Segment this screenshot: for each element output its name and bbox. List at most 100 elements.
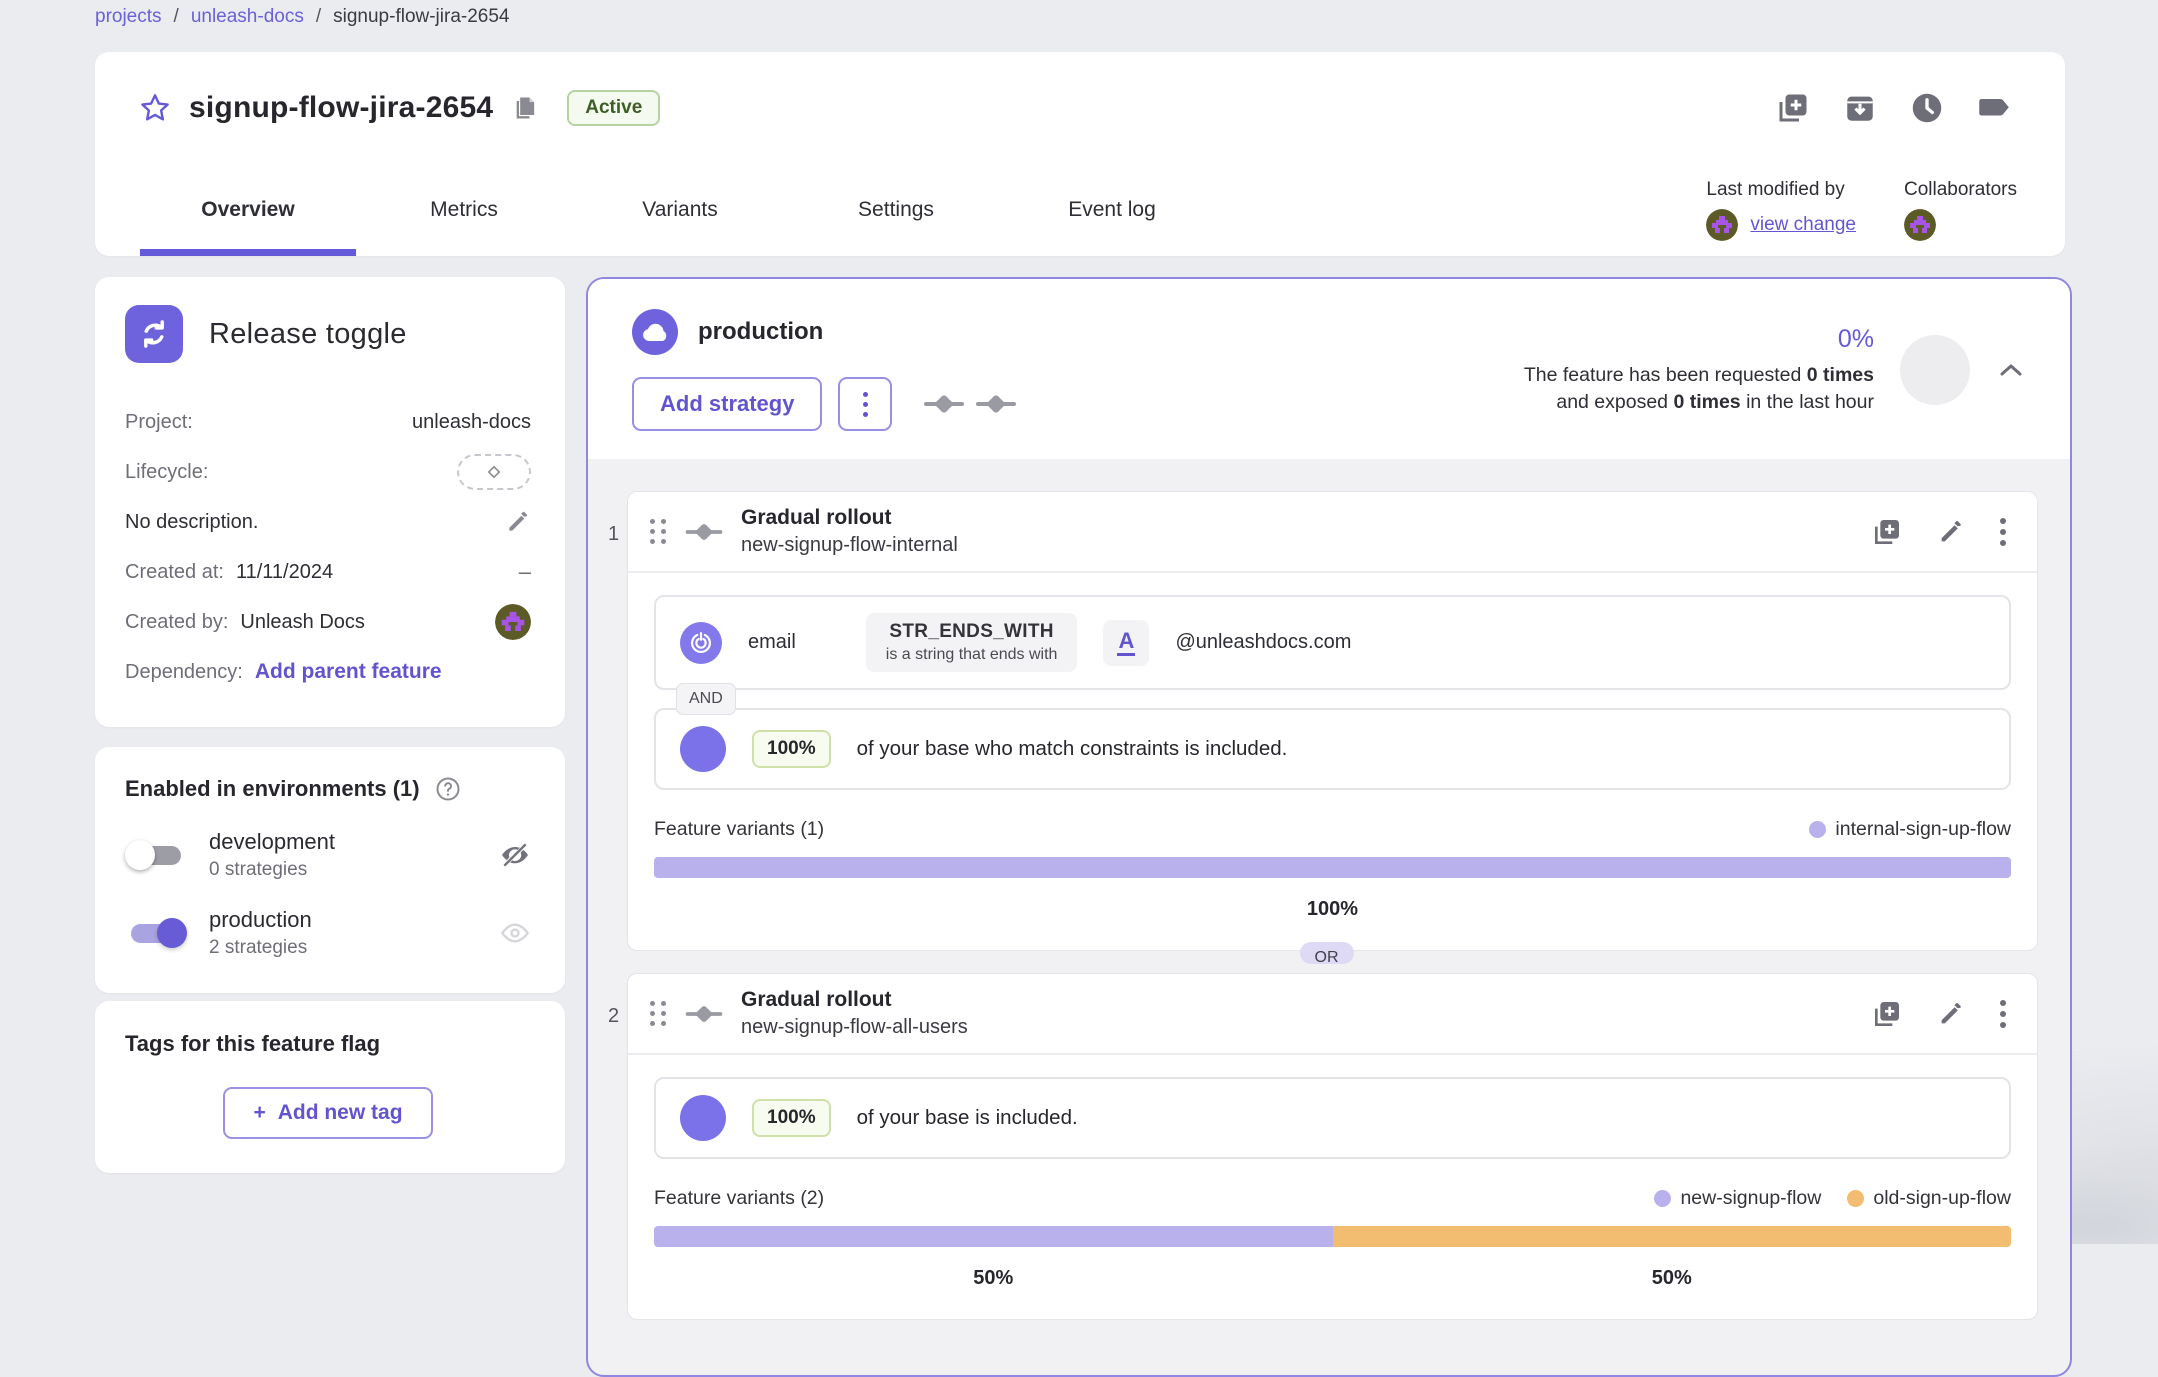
rollout-description: of your base is included. — [856, 1106, 1078, 1129]
rollout-box: 100% of your base who match constraints … — [654, 708, 2011, 790]
legend-label: new-signup-flow — [1680, 1187, 1822, 1209]
edit-strategy-icon[interactable] — [1937, 518, 1965, 546]
strategy-header: Gradual rollout new-signup-flow-all-user… — [628, 974, 2037, 1055]
avatar — [495, 604, 531, 640]
strategy-preview-icon — [924, 395, 965, 413]
history-clock-icon[interactable] — [1909, 90, 1945, 126]
edit-strategy-icon[interactable] — [1937, 1000, 1965, 1028]
archived-placeholder: – — [518, 559, 531, 584]
tab-settings[interactable]: Settings — [788, 164, 1004, 256]
metrics-exposed-count: 0 times — [1673, 390, 1741, 413]
avatar — [1706, 209, 1739, 241]
visibility-icon[interactable] — [499, 917, 531, 949]
project-row: Project: unleash-docs — [125, 397, 531, 447]
created-by-value: Unleash Docs — [240, 610, 365, 633]
breadcrumb-separator: / — [173, 6, 179, 27]
constraint-value: @unleashdocs.com — [1175, 631, 1352, 653]
rollout-donut-icon — [680, 726, 726, 772]
archive-icon[interactable] — [1843, 91, 1877, 125]
visibility-off-icon[interactable] — [499, 839, 531, 871]
tags-title: Tags for this feature flag — [125, 1031, 381, 1056]
rollout-percentage-chip: 100% — [752, 1099, 831, 1137]
environment-name-heading: production — [698, 318, 824, 345]
edit-description-icon[interactable] — [505, 509, 531, 535]
tab-overview[interactable]: Overview — [140, 164, 356, 256]
favorite-star-icon[interactable] — [139, 92, 171, 124]
strategy-item-1: 1 Gradual rollout new-signup-flow-intern… — [600, 491, 2038, 951]
feature-variants-section: Feature variants (2) new-signup-flow old… — [654, 1187, 2011, 1299]
copy-strategy-icon[interactable] — [1871, 516, 1903, 548]
help-icon[interactable] — [434, 775, 462, 803]
collaborators-label: Collaborators — [1904, 179, 2017, 200]
and-chip: AND — [676, 683, 736, 715]
feature-actions — [1775, 90, 2013, 126]
rollout-description: of your base who match constraints is in… — [856, 737, 1288, 760]
strategy-menu-icon[interactable] — [1999, 998, 2007, 1030]
environment-panel-header: production Add strategy 0% The feature h… — [588, 279, 2070, 459]
rollout-donut-icon — [680, 1095, 726, 1141]
production-toggle[interactable] — [125, 916, 187, 950]
add-new-tag-button[interactable]: + Add new tag — [223, 1087, 433, 1139]
metrics-text: in the last hour — [1740, 390, 1874, 413]
lifecycle-row: Lifecycle: — [125, 447, 531, 497]
copy-name-icon[interactable] — [513, 94, 539, 122]
collaborators-block: Collaborators — [1904, 179, 2017, 241]
exposure-percentage: 0% — [1837, 324, 1874, 353]
drag-handle[interactable] — [650, 519, 667, 544]
environment-menu-button[interactable] — [838, 377, 893, 431]
metrics-requested-count: 0 times — [1806, 363, 1874, 386]
plus-icon: + — [253, 1101, 266, 1124]
or-chip: OR — [1299, 942, 1354, 966]
feature-header-card: signup-flow-jira-2654 Active Overview Me… — [95, 52, 2065, 256]
development-toggle[interactable] — [125, 838, 187, 872]
environment-row-production: production 2 strategies — [125, 907, 531, 959]
avatar — [1904, 209, 1936, 241]
strategy-preview-icon — [976, 395, 1017, 413]
exposure-donut-chart — [1900, 335, 1970, 405]
copy-feature-icon[interactable] — [1775, 90, 1811, 126]
collapse-chevron-up-icon[interactable] — [1996, 360, 2026, 380]
constraint-box: email STR_ENDS_WITH is a string that end… — [654, 595, 2011, 690]
created-by-label: Created by: — [125, 610, 229, 633]
strategy-menu-icon[interactable] — [1999, 516, 2007, 548]
feature-variants-section: Feature variants (1) internal-sign-up-fl… — [654, 818, 2011, 930]
breadcrumb-project-link[interactable]: unleash-docs — [191, 6, 304, 28]
cloud-environment-icon — [632, 309, 678, 355]
environment-row-development: development 0 strategies — [125, 829, 531, 881]
legend-dot — [1847, 1190, 1865, 1207]
breadcrumb: projects / unleash-docs / signup-flow-ji… — [95, 6, 510, 28]
dependency-label: Dependency: — [125, 660, 243, 683]
strategy-type: Gradual rollout — [741, 988, 892, 1011]
add-parent-feature-link[interactable]: Add parent feature — [255, 660, 442, 684]
copy-strategy-icon[interactable] — [1871, 998, 1903, 1030]
add-new-tag-label: Add new tag — [277, 1101, 403, 1124]
variants-legend: new-signup-flow old-sign-up-flow — [1654, 1187, 2011, 1210]
breadcrumb-projects-link[interactable]: projects — [95, 6, 162, 28]
strategy-preview-icons — [924, 392, 1017, 416]
or-separator: OR — [615, 942, 2038, 973]
dependency-row: Dependency: Add parent feature — [125, 647, 531, 697]
tag-icon[interactable] — [1977, 93, 2013, 123]
add-strategy-button[interactable]: Add strategy — [632, 377, 823, 431]
tab-variants[interactable]: Variants — [572, 164, 788, 256]
view-change-link[interactable]: view change — [1750, 214, 1856, 236]
legend-dot — [1809, 821, 1827, 838]
drag-handle[interactable] — [650, 1001, 667, 1026]
tags-card: Tags for this feature flag + Add new tag — [95, 1001, 565, 1173]
environment-name: production — [209, 907, 312, 932]
sidebar: Release toggle Project: unleash-docs Lif… — [95, 277, 565, 1173]
rollout-strategy-icon — [685, 1005, 723, 1022]
tab-event-log[interactable]: Event log — [1004, 164, 1220, 256]
created-at-label: Created at: — [125, 560, 224, 583]
tabs-row: Overview Metrics Variants Settings Event… — [95, 164, 2065, 256]
strategy-type: Gradual rollout — [741, 506, 892, 529]
breadcrumb-separator: / — [315, 6, 322, 27]
title-row: signup-flow-jira-2654 Active — [95, 52, 2065, 164]
strategy-header: Gradual rollout new-signup-flow-internal — [628, 492, 2037, 573]
variants-bar — [654, 857, 2011, 878]
lifecycle-stage-pill[interactable] — [457, 454, 531, 490]
lifecycle-label: Lifecycle: — [125, 460, 209, 483]
tab-metrics[interactable]: Metrics — [356, 164, 572, 256]
environment-strategy-count: 0 strategies — [209, 859, 308, 880]
breadcrumb-current: signup-flow-jira-2654 — [333, 6, 510, 27]
